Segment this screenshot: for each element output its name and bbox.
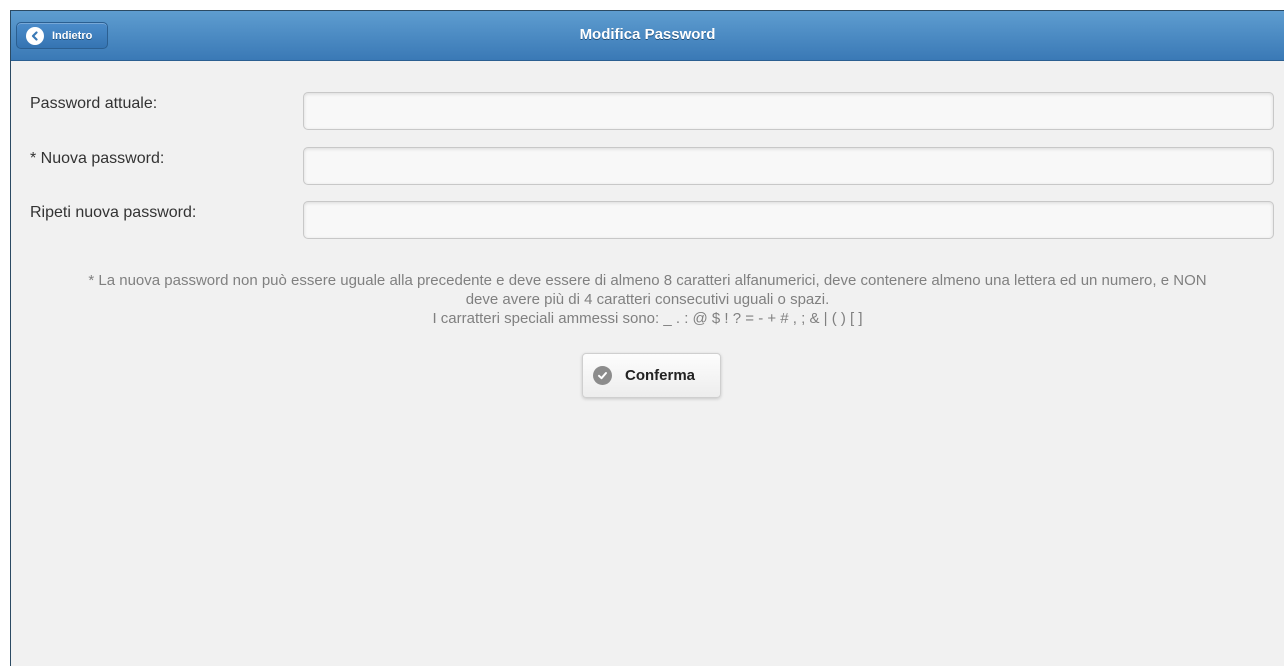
repeat-password-input[interactable]	[303, 201, 1274, 239]
confirm-button[interactable]: Conferma	[582, 353, 721, 398]
check-circle-icon	[593, 366, 612, 385]
page-title: Modifica Password	[579, 26, 716, 43]
password-rules-note: * La nuova password non può essere ugual…	[11, 271, 1284, 328]
current-password-input[interactable]	[303, 92, 1274, 130]
header-bar: Indietro Modifica Password	[11, 11, 1284, 61]
password-rules-line-1: * La nuova password non può essere ugual…	[88, 272, 1207, 289]
password-rules-line-3: I carratteri speciali ammessi sono: _ . …	[432, 310, 863, 327]
app-window: Indietro Modifica Password Password attu…	[10, 10, 1284, 666]
repeat-password-label: Ripeti nuova password:	[30, 204, 197, 221]
repeat-password-row: Ripeti nuova password:	[11, 201, 1284, 241]
current-password-row: Password attuale:	[11, 92, 1284, 132]
current-password-label: Password attuale:	[30, 95, 158, 112]
new-password-input[interactable]	[303, 147, 1274, 185]
new-password-label: * Nuova password:	[30, 150, 165, 167]
confirm-button-label: Conferma	[625, 367, 696, 384]
password-rules-line-2: deve avere più di 4 caratteri consecutiv…	[465, 291, 830, 308]
new-password-row: * Nuova password:	[11, 147, 1284, 187]
